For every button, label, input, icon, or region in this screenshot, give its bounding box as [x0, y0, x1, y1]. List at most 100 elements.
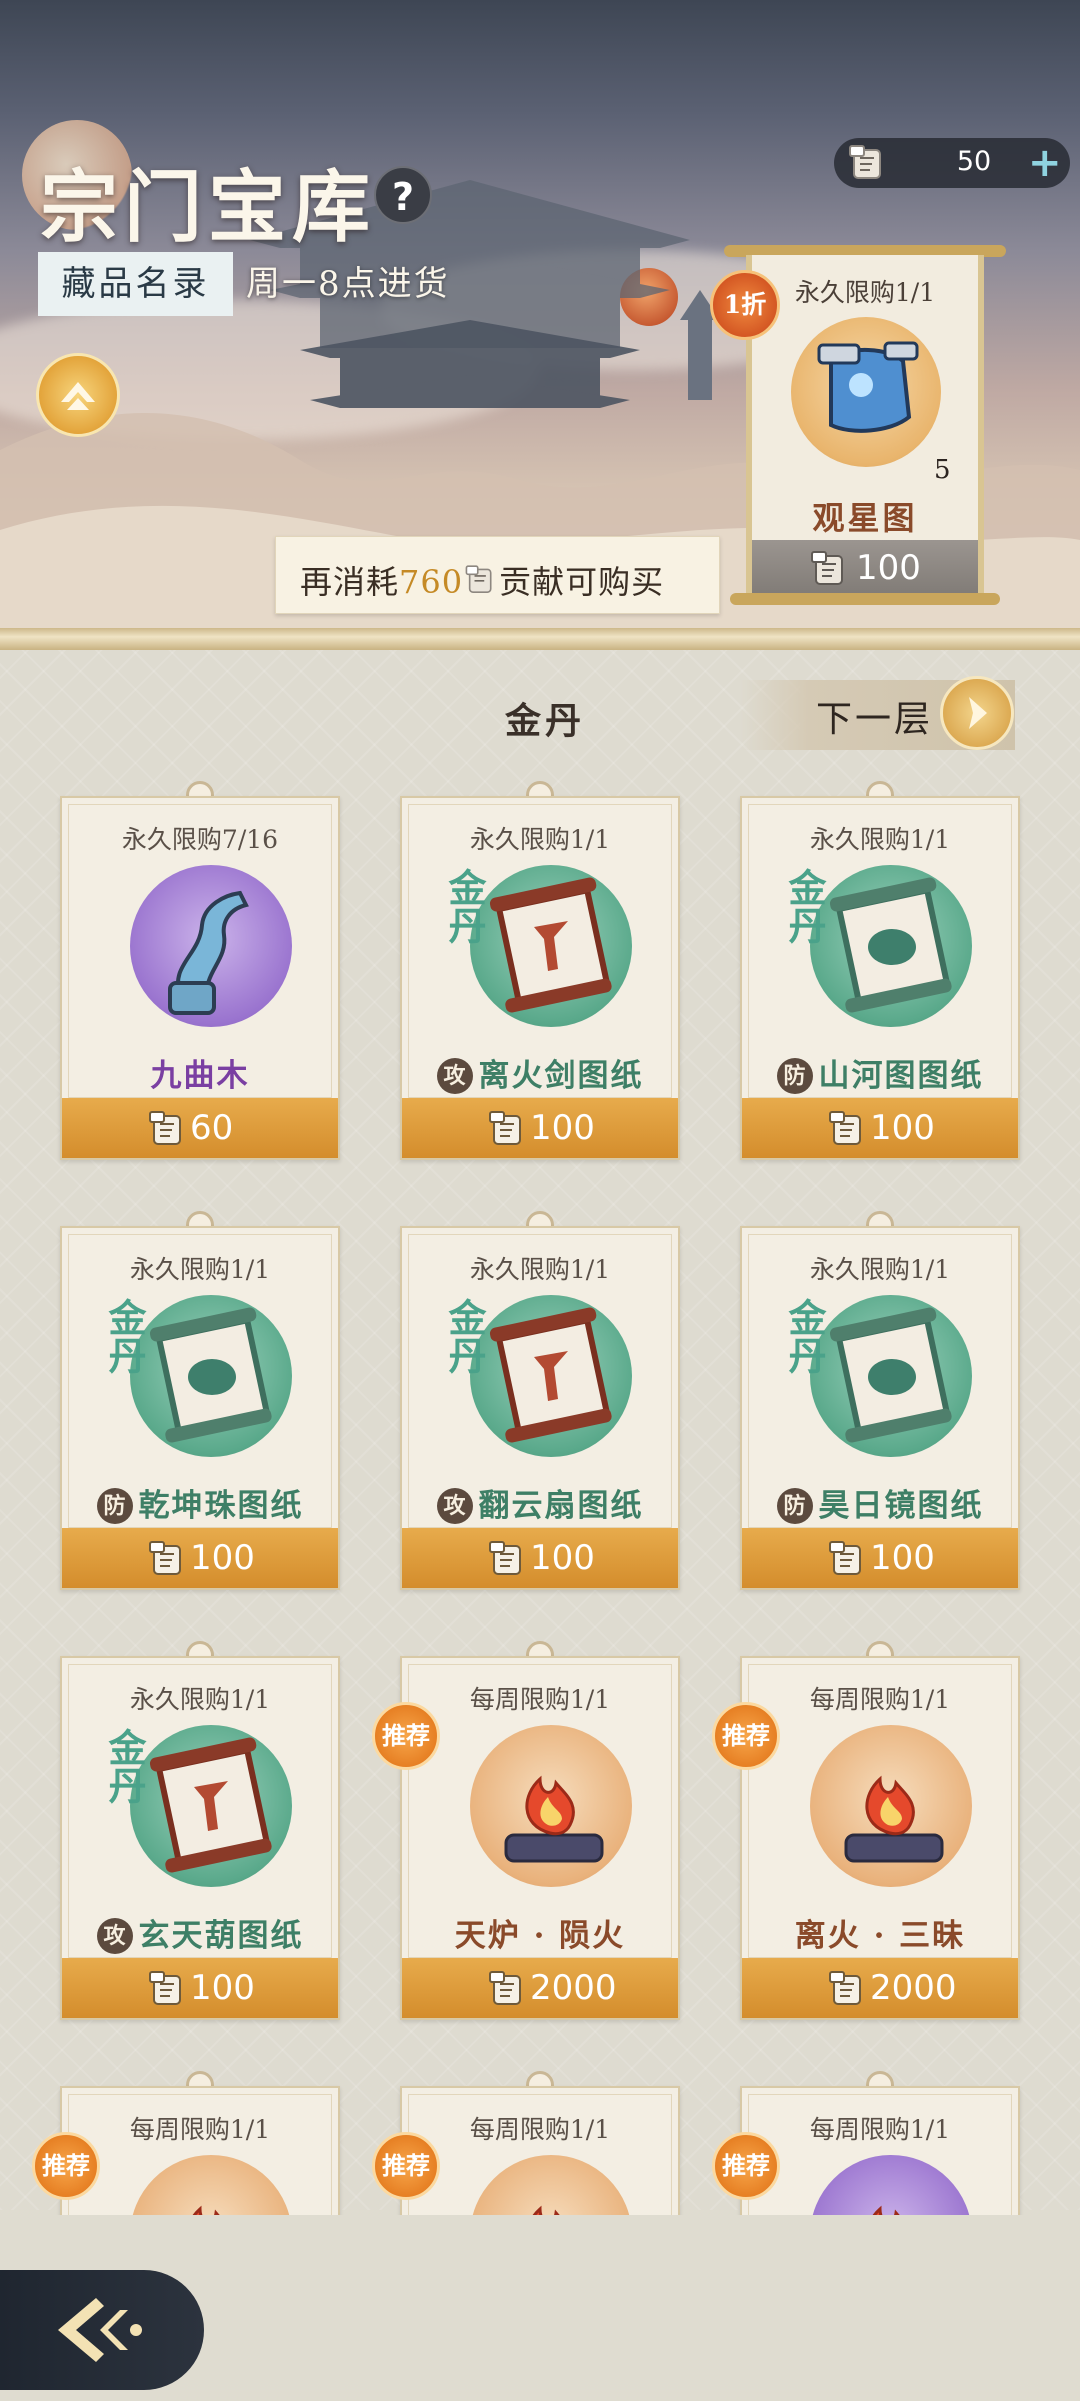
- item-name: 翻云扇图纸: [478, 1488, 644, 1524]
- item-name: 离火剑图纸: [478, 1058, 644, 1094]
- shop-item-card[interactable]: 永久限购1/1 金丹防乾坤珠图纸 100: [60, 1211, 340, 1590]
- item-grid: 永久限购7/16 九曲木 60 永久限购1/1 金丹攻离火剑图纸 100 永久限购1/1 金丹…: [0, 760, 1080, 2215]
- tier-mark: 金丹: [102, 1298, 147, 1374]
- next-tier-button[interactable]: 下一层: [740, 676, 1015, 750]
- contribution-token-icon: [148, 1538, 188, 1584]
- back-arrow-icon: [58, 2298, 142, 2362]
- next-tier-label: 下一层: [816, 699, 934, 740]
- shop-item-card[interactable]: 每周限购1/1 推荐: [712, 2071, 1020, 2215]
- item-type-badge: 防: [96, 1488, 133, 1524]
- add-currency-button[interactable]: +: [1028, 140, 1062, 186]
- shop-item-card[interactable]: 每周限购1/1 推荐: [32, 2071, 340, 2215]
- featured-name: 观星图: [812, 499, 918, 537]
- contribution-token-icon: [148, 1108, 188, 1154]
- featured-art: [791, 317, 941, 467]
- item-name-row: 九曲木: [60, 1050, 340, 1095]
- shop-item-card[interactable]: 永久限购1/1 金丹攻玄天葫图纸 100: [60, 1641, 340, 2020]
- purchase-limit: 永久限购1/1: [129, 1685, 271, 1714]
- contribution-token-icon: [828, 1538, 868, 1584]
- item-price: 100: [190, 1968, 255, 2008]
- currency-value: 50: [956, 146, 992, 177]
- item-art: [810, 1295, 972, 1457]
- item-art: [810, 1725, 972, 1887]
- purchase-limit: 永久限购1/1: [469, 825, 611, 854]
- contribution-token-icon: [811, 551, 843, 585]
- item-price: 60: [190, 1108, 234, 1148]
- red-scroll-icon: [470, 1307, 632, 1461]
- consume-amount: 760: [399, 563, 464, 601]
- item-name: 山河图图纸: [818, 1058, 984, 1094]
- shop-item-card[interactable]: 永久限购1/1 金丹防山河图图纸 100: [740, 781, 1020, 1160]
- tier-mark: 金丹: [782, 1298, 827, 1374]
- shop-item-card[interactable]: 每周限购1/1 推荐离火 · 三昧 2000: [712, 1641, 1020, 2020]
- flame-icon: [470, 1775, 632, 1891]
- price-bar: 100: [742, 1098, 1018, 1158]
- item-price: 100: [870, 1538, 935, 1578]
- item-name: 离火 · 三昧: [794, 1918, 966, 1954]
- shop-item-card[interactable]: 永久限购1/1 金丹防昊日镜图纸 100: [740, 1211, 1020, 1590]
- contribution-token-icon: [849, 145, 881, 179]
- item-price: 2000: [870, 1968, 957, 2008]
- purchase-limit: 每周限购1/1: [809, 1685, 951, 1714]
- back-button[interactable]: [0, 2270, 204, 2390]
- featured-price: 100: [856, 548, 921, 588]
- item-art: [470, 1295, 632, 1457]
- chevron-up-icon: [61, 382, 95, 410]
- shop-item-card[interactable]: 永久限购1/1 金丹攻离火剑图纸 100: [400, 781, 680, 1160]
- scroll-rod: [730, 593, 1000, 605]
- shop-item-card[interactable]: 永久限购1/1 金丹攻翻云扇图纸 100: [400, 1211, 680, 1590]
- green-scroll-icon: [130, 1307, 292, 1461]
- contribution-token-icon: [148, 1968, 188, 2014]
- item-art: [810, 865, 972, 1027]
- tier-mark: 金丹: [442, 868, 487, 944]
- contribution-token-icon: [488, 1108, 528, 1154]
- shop-item-card[interactable]: 每周限购1/1 推荐: [372, 2071, 680, 2215]
- item-name: 玄天葫图纸: [138, 1918, 304, 1954]
- item-name: 九曲木: [150, 1058, 250, 1094]
- item-name-row: 离火 · 三昧: [740, 1910, 1020, 1955]
- item-price: 2000: [530, 1968, 617, 2008]
- tier-mark: 金丹: [782, 868, 827, 944]
- purchase-limit: 永久限购7/16: [121, 825, 279, 854]
- green-scroll-icon: [810, 877, 972, 1031]
- item-type-badge: 防: [776, 1058, 813, 1094]
- discount-badge: 1折: [710, 270, 780, 340]
- item-name-row: 防昊日镜图纸: [740, 1480, 1020, 1525]
- item-art: [130, 1725, 292, 1887]
- contribution-currency: 50 +: [834, 138, 1070, 188]
- twisted-wood-icon: [130, 890, 292, 1031]
- item-type-badge: 攻: [436, 1488, 473, 1524]
- price-bar: 100: [402, 1528, 678, 1588]
- item-price: 100: [870, 1108, 935, 1148]
- red-scroll-icon: [470, 877, 632, 1031]
- header-banner: 宗门宝库 ? 藏品名录 周一8点进货 50 + 再消耗760 贡献可购买 永久限购…: [0, 0, 1080, 630]
- item-art: [130, 2155, 292, 2215]
- item-art: [470, 1725, 632, 1887]
- item-name-row: 防乾坤珠图纸: [60, 1480, 340, 1525]
- price-bar: 2000: [742, 1958, 1018, 2018]
- consume-hint: 再消耗760 贡献可购买: [275, 536, 720, 614]
- purchase-limit: 永久限购1/1: [469, 1255, 611, 1284]
- shop-item-card[interactable]: 永久限购7/16 九曲木 60: [60, 781, 340, 1160]
- recommend-badge: 推荐: [712, 2132, 780, 2200]
- help-button[interactable]: ?: [374, 166, 432, 224]
- price-bar: 100: [62, 1958, 338, 2018]
- recommend-badge: 推荐: [712, 1702, 780, 1770]
- purchase-limit: 每周限购1/1: [129, 2115, 271, 2144]
- featured-limit: 永久限购1/1: [794, 278, 936, 307]
- consume-prefix: 再消耗: [300, 563, 400, 601]
- recommend-badge: 推荐: [372, 2132, 440, 2200]
- tier-mark: 金丹: [102, 1728, 147, 1804]
- item-type-badge: 攻: [436, 1058, 473, 1094]
- shop-item-card[interactable]: 每周限购1/1 推荐 天炉 · 陨火 2000: [372, 1641, 680, 2020]
- contribution-token-icon: [488, 1538, 528, 1584]
- upgrade-button[interactable]: [36, 353, 120, 437]
- price-bar: 100: [742, 1528, 1018, 1588]
- contribution-token-icon: [488, 1968, 528, 2014]
- item-type-badge: 攻: [96, 1918, 133, 1954]
- catalog-tab[interactable]: 藏品名录: [38, 252, 233, 316]
- purchase-limit: 永久限购1/1: [809, 1255, 951, 1284]
- featured-item[interactable]: 永久限购1/1 5 观星图 100 1折: [710, 245, 1006, 607]
- item-price: 100: [190, 1538, 255, 1578]
- price-bar: 60: [62, 1098, 338, 1158]
